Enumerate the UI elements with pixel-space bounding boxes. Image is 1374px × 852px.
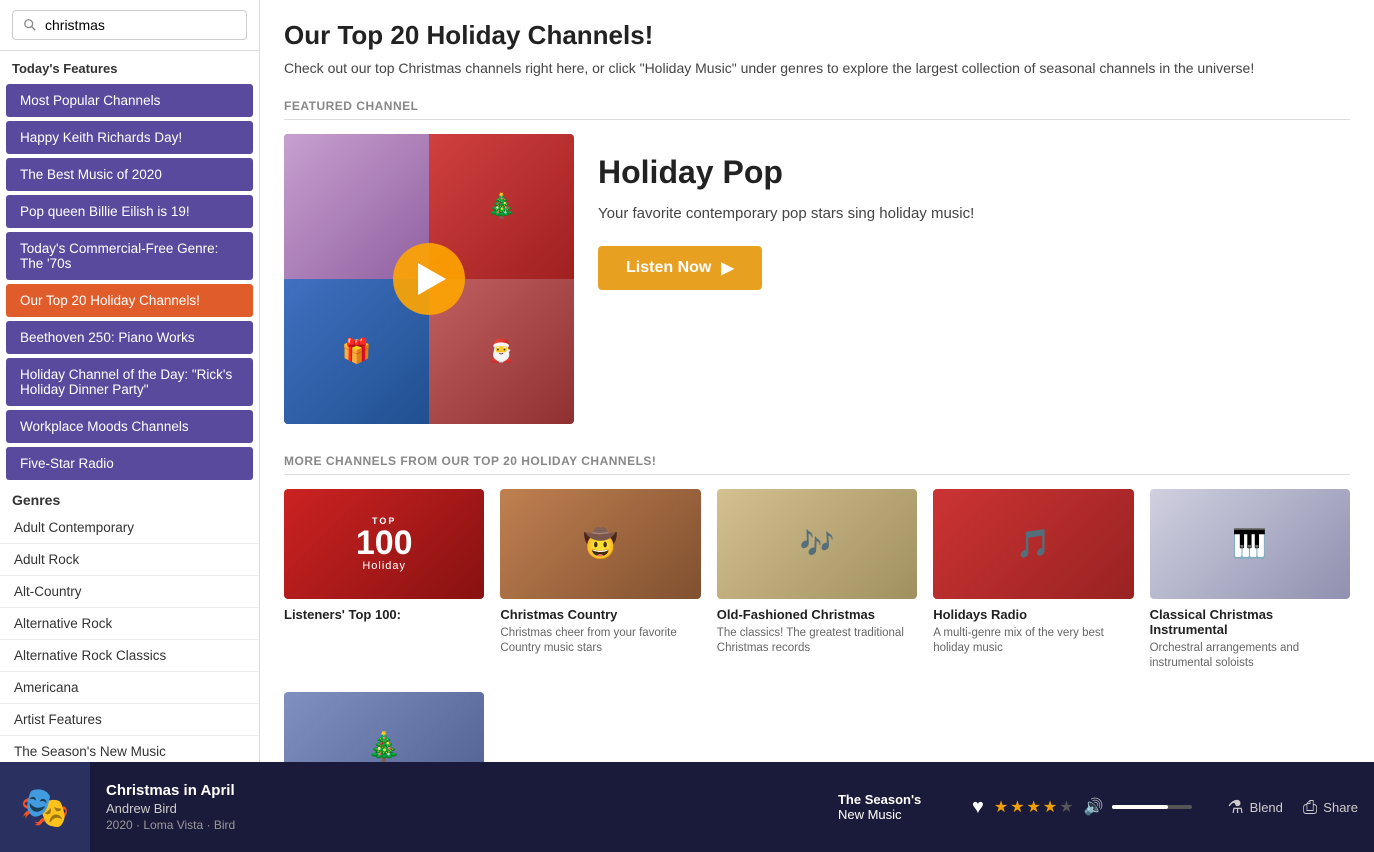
player-artist: Andrew Bird [106,801,806,816]
genre-item-americana[interactable]: Americana [0,672,259,704]
sidebar: Today's Features Most Popular Channels H… [0,0,260,762]
featured-image-container[interactable]: 🎄 🎁 🎅 [284,134,574,424]
genre-item-alternative-rock-classics[interactable]: Alternative Rock Classics [0,640,259,672]
channel-thumb-classical: 🎹 [1150,489,1350,599]
search-input[interactable] [45,17,236,33]
sidebar-item-most-popular[interactable]: Most Popular Channels [6,84,253,117]
search-bar [0,0,259,51]
featured-channel: 🎄 🎁 🎅 Holiday Pop Your favorite contempo… [284,134,1350,424]
sidebar-item-happy-keith[interactable]: Happy Keith Richards Day! [6,121,253,154]
sidebar-item-commercial-free[interactable]: Today's Commercial-Free Genre: The '70s [6,232,253,280]
genre-item-adult-rock[interactable]: Adult Rock [0,544,259,576]
sidebar-item-best-music-2020[interactable]: The Best Music of 2020 [6,158,253,191]
listen-now-button[interactable]: Listen Now ▶ [598,246,762,290]
search-input-wrap[interactable] [12,10,247,40]
featured-channel-name: Holiday Pop [598,154,1350,191]
channels-grid: TOP 100 Holiday Listeners' Top 100: 🤠 Ch… [284,489,1350,672]
channel-thumb-old-fashioned: 🎶 [717,489,917,599]
sidebar-item-pop-queen[interactable]: Pop queen Billie Eilish is 19! [6,195,253,228]
channel-desc-classical: Orchestral arrangements and instrumental… [1150,641,1350,672]
genres-label: Genres [0,482,259,512]
page-subtitle: Check out our top Christmas channels rig… [284,59,1350,79]
volume-slider[interactable] [1112,805,1192,809]
page-title: Our Top 20 Holiday Channels! [284,20,1350,51]
play-triangle-icon [418,263,446,295]
blend-icon: ⚗ [1228,797,1244,818]
player-action-controls: ⚗ Blend ⎙ Share [1212,797,1374,818]
sidebar-item-five-star[interactable]: Five-Star Radio [6,447,253,480]
heart-icon[interactable]: ♥ [972,796,984,819]
player-volume: 🔊 [1084,797,1192,817]
star-3[interactable]: ★ [1027,797,1041,817]
channel-desc-holidays-radio: A multi-genre mix of the very best holid… [933,626,1133,657]
season-new-music-area: The Season's New Music [822,792,952,822]
player-stars: ★ ★ ★ ★ ★ [994,797,1074,817]
star-1[interactable]: ★ [994,797,1008,817]
blend-button[interactable]: ⚗ Blend [1228,797,1283,818]
channel-card-christmas-country[interactable]: 🤠 Christmas Country Christmas cheer from… [500,489,700,672]
more-channels-label: MORE CHANNELS FROM OUR TOP 20 HOLIDAY CH… [284,454,1350,475]
channel-card-old-fashioned[interactable]: 🎶 Old-Fashioned Christmas The classics! … [717,489,917,672]
channel-thumb-christmas-country: 🤠 [500,489,700,599]
channel-name-top100: Listeners' Top 100: [284,607,484,622]
channel-thumb-holidays-radio: 🎵 [933,489,1133,599]
listen-now-play-icon: ▶ [721,258,733,278]
star-2[interactable]: ★ [1010,797,1024,817]
player-album-year: 2020 · Loma Vista · Bird [106,818,806,832]
channel-name-holidays-radio: Holidays Radio [933,607,1133,622]
volume-icon[interactable]: 🔊 [1084,797,1104,817]
blend-label: Blend [1250,800,1283,815]
channel-name-christmas-country: Christmas Country [500,607,700,622]
season-label-line1: The Season's [838,792,936,807]
genre-item-alternative-rock[interactable]: Alternative Rock [0,608,259,640]
channel-card-holidays-radio[interactable]: 🎵 Holidays Radio A multi-genre mix of th… [933,489,1133,672]
channel-name-classical: Classical Christmas Instrumental [1150,607,1350,637]
channel-card-classical[interactable]: 🎹 Classical Christmas Instrumental Orche… [1150,489,1350,672]
player-song-title: Christmas in April [106,782,806,799]
search-icon [23,18,37,32]
player-right-controls: ♥ ★ ★ ★ ★ ★ 🔊 [952,796,1212,819]
featured-section-label: FEATURED CHANNEL [284,99,1350,120]
player-track-info: Christmas in April Andrew Bird 2020 · Lo… [90,782,822,832]
channel-thumb-christmas-oldies: 🎄 [284,692,484,762]
featured-play-button[interactable] [393,243,465,315]
listen-now-label: Listen Now [626,259,711,277]
channel-desc-old-fashioned: The classics! The greatest traditional C… [717,626,917,657]
genre-item-artist-features[interactable]: Artist Features [0,704,259,736]
main-content: Our Top 20 Holiday Channels! Check out o… [260,0,1374,762]
channel-desc-christmas-country: Christmas cheer from your favorite Count… [500,626,700,657]
top100-number: 100 [356,526,413,560]
sidebar-item-top-20-holiday[interactable]: Our Top 20 Holiday Channels! [6,284,253,317]
top100-holiday-text: Holiday [362,560,406,572]
share-button[interactable]: ⎙ Share [1303,797,1358,818]
channel-card-christmas-oldies[interactable]: 🎄 Christmas Oldies Season's Greetings fr… [284,692,484,762]
sidebar-item-workplace-moods[interactable]: Workplace Moods Channels [6,410,253,443]
genre-item-adult-contemporary[interactable]: Adult Contemporary [0,512,259,544]
sidebar-item-beethoven[interactable]: Beethoven 250: Piano Works [6,321,253,354]
player-album-art: 🎭 [0,762,90,852]
volume-fill [1112,805,1168,809]
featured-info: Holiday Pop Your favorite contemporary p… [598,134,1350,290]
todays-features-label: Today's Features [0,51,259,82]
jester-icon: 🎭 [20,784,70,831]
sidebar-item-holiday-channel[interactable]: Holiday Channel of the Day: "Rick's Holi… [6,358,253,406]
genre-item-seasons-new-music[interactable]: The Season's New Music [0,736,259,762]
channels-grid-row2: 🎄 Christmas Oldies Season's Greetings fr… [284,692,1350,762]
channel-card-top100[interactable]: TOP 100 Holiday Listeners' Top 100: [284,489,484,672]
bottom-player: 🎭 Christmas in April Andrew Bird 2020 · … [0,762,1374,852]
share-icon: ⎙ [1303,797,1317,818]
star-4-half[interactable]: ★ [1043,797,1057,817]
share-label: Share [1323,800,1358,815]
season-label-line2: New Music [838,807,936,822]
channel-thumb-top100: TOP 100 Holiday [284,489,484,599]
channel-name-old-fashioned: Old-Fashioned Christmas [717,607,917,622]
genre-item-alt-country[interactable]: Alt-Country [0,576,259,608]
featured-channel-desc: Your favorite contemporary pop stars sin… [598,203,1350,224]
star-5[interactable]: ★ [1059,797,1073,817]
